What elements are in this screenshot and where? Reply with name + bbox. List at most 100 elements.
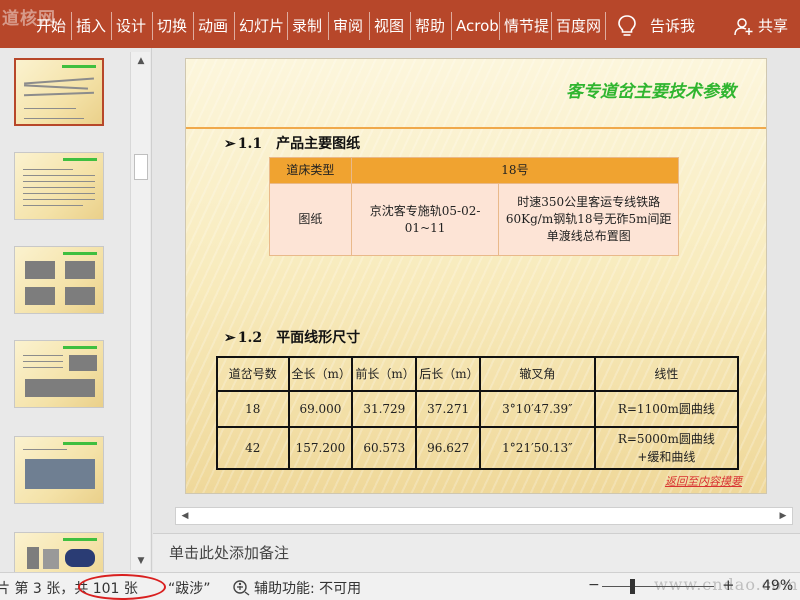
zoom-slider[interactable]	[602, 586, 714, 587]
table-header-cell: 全长（m）	[287, 356, 354, 392]
arrow-bullet-icon: ➢	[224, 330, 236, 346]
tab-design[interactable]: 设计	[112, 12, 153, 40]
zoom-level[interactable]: 49%	[762, 578, 793, 594]
slide-thumbnail-3[interactable]	[14, 58, 104, 126]
scroll-left-arrow-icon[interactable]: ◀	[176, 508, 194, 524]
table-header-cell: 道床类型	[269, 157, 352, 184]
share-label: 共享	[758, 17, 789, 35]
table-cell: R=1100m圆曲线	[593, 390, 740, 428]
table-header-row: 道床类型 18号	[269, 157, 680, 184]
thumbnail-line	[23, 187, 95, 188]
scroll-right-arrow-icon[interactable]: ▶	[774, 508, 792, 524]
arrow-bullet-icon: ➢	[224, 136, 236, 152]
alignment-dimension-table[interactable]: 道岔号数 全长（m） 前长（m） 后长（m） 辙叉角 线性 18 69.000 …	[216, 356, 740, 470]
slide-thumbnail-pane: ▲ ▼	[0, 48, 152, 572]
section-heading-1[interactable]: ➢ 1.1 产品主要图纸	[224, 133, 360, 153]
drawing-table[interactable]: 道床类型 18号 图纸 京沈客专施轨05-02-01~11 时速350公里客运专…	[269, 157, 680, 256]
accessibility-icon[interactable]	[232, 579, 250, 596]
tab-transitions[interactable]: 切换	[153, 12, 194, 40]
table-cell: 37.271	[415, 390, 482, 428]
scroll-down-arrow-icon[interactable]: ▼	[131, 552, 151, 570]
tab-insert[interactable]: 插入	[72, 12, 112, 40]
tab-home[interactable]: 开始	[32, 12, 72, 40]
thumbnail-line	[23, 175, 95, 176]
notes-pane[interactable]: 单击此处添加备注	[153, 533, 800, 572]
notes-placeholder[interactable]: 单击此处添加备注	[169, 542, 289, 563]
table-cell: 42	[216, 426, 290, 470]
thumbnail-photo	[25, 287, 55, 305]
slide-thumbnail-5[interactable]	[14, 246, 104, 314]
thumbnail-title-bar	[63, 538, 97, 541]
slide-title[interactable]: 客专道岔主要技术参数	[566, 77, 736, 102]
table-cell: 京沈客专施轨05-02-01~11	[350, 183, 500, 256]
ribbon-tab-bar: 道核网 开始 插入 设计 切换 动画 幻灯片 录制 审阅 视图 帮助 Acrob…	[0, 0, 800, 48]
thumbnail-line	[23, 84, 89, 90]
slide-thumbnail-6[interactable]	[14, 340, 104, 408]
tab-storyboard[interactable]: 情节提	[500, 12, 552, 40]
horizontal-scrollbar[interactable]: ◀ ▶	[175, 507, 793, 525]
table-cell: 图纸	[269, 183, 352, 256]
scrollbar-thumb[interactable]	[134, 154, 148, 180]
red-highlight-circle	[78, 574, 166, 600]
tab-review[interactable]: 审阅	[329, 12, 370, 40]
slide-canvas[interactable]: 客专道岔主要技术参数 ➢ 1.1 产品主要图纸 道床类型 18号 图纸 京沈客专施…	[185, 58, 767, 494]
table-cell: 18	[216, 390, 290, 428]
table-row: 42 157.200 60.573 96.627 1°21′50.13″ R=5…	[216, 426, 740, 470]
table-cell: 69.000	[287, 390, 354, 428]
thumbnail-line	[23, 193, 95, 194]
person-add-icon	[734, 18, 753, 36]
zoom-out-button[interactable]: −	[588, 577, 600, 593]
thumbnail-photo	[25, 459, 95, 489]
table-cell: 157.200	[287, 426, 354, 470]
thumbnail-line	[23, 367, 63, 368]
lightbulb-icon[interactable]	[616, 14, 638, 38]
thumbnail-line	[24, 108, 76, 109]
thumbnail-photo	[27, 547, 39, 569]
thumbnail-line	[24, 118, 84, 119]
section-heading-2[interactable]: ➢ 1.2 平面线形尺寸	[224, 327, 360, 347]
thumbnail-line	[24, 77, 94, 85]
thumbnail-line	[23, 205, 83, 206]
theme-name: “跋涉”	[168, 581, 211, 597]
zoom-in-button[interactable]: +	[722, 576, 735, 594]
thumbnail-photo	[43, 549, 59, 569]
back-to-contents-link[interactable]: 返回至内容摸要	[665, 473, 742, 489]
zoom-slider-thumb[interactable]	[630, 579, 635, 594]
slide-thumbnail-7[interactable]	[14, 436, 104, 504]
table-header-cell: 前长（m）	[351, 356, 418, 392]
share-button[interactable]: 共享	[734, 12, 788, 40]
thumbnail-photo	[65, 287, 95, 305]
scroll-up-arrow-icon[interactable]: ▲	[131, 52, 151, 70]
tab-record[interactable]: 录制	[288, 12, 329, 40]
title-divider	[186, 127, 766, 129]
thumbnail-photo	[69, 355, 97, 371]
slide-thumbnail-4[interactable]	[14, 152, 104, 220]
table-header-cell: 18号	[350, 157, 680, 184]
table-cell: 31.729	[351, 390, 418, 428]
tab-baidu-netdisk[interactable]: 百度网	[552, 12, 606, 40]
thumbnail-title-bar	[62, 65, 96, 68]
accessibility-status[interactable]: 辅助功能: 不可用	[254, 578, 361, 598]
table-row: 图纸 京沈客专施轨05-02-01~11 时速350公里客运专线铁路60Kg/m…	[269, 183, 679, 256]
tab-acrobat[interactable]: Acrobat	[452, 12, 500, 40]
table-header-row: 道岔号数 全长（m） 前长（m） 后长（m） 辙叉角 线性	[216, 356, 740, 392]
thumbnail-title-bar	[63, 158, 97, 161]
table-cell: 时速350公里客运专线铁路60Kg/m钢轨18号无砟5m间距单渡线总布置图	[498, 183, 679, 256]
slide-editing-area: 客专道岔主要技术参数 ➢ 1.1 产品主要图纸 道床类型 18号 图纸 京沈客专施…	[153, 48, 800, 533]
thumbnail-title-bar	[63, 346, 97, 349]
slide-thumbnail-8[interactable]	[14, 532, 104, 572]
tell-me-search[interactable]: 告诉我	[650, 12, 695, 40]
table-cell: 60.573	[351, 426, 418, 470]
table-header-cell: 辙叉角	[479, 356, 596, 392]
thumbnail-photo	[25, 379, 95, 397]
tab-view[interactable]: 视图	[370, 12, 411, 40]
status-bar: 片 第 3 张，共 101 张 “跋涉” 辅助功能: 不可用 www.cndao…	[0, 572, 800, 600]
tab-animations[interactable]: 动画	[194, 12, 235, 40]
thumbnail-line	[23, 355, 63, 356]
tab-slideshow[interactable]: 幻灯片	[235, 12, 288, 40]
thumbnail-line	[23, 91, 95, 97]
tab-help[interactable]: 帮助	[411, 12, 452, 40]
thumbnail-scrollbar[interactable]: ▲ ▼	[130, 52, 150, 570]
thumbnail-line	[23, 361, 63, 362]
table-header-cell: 后长（m）	[415, 356, 482, 392]
